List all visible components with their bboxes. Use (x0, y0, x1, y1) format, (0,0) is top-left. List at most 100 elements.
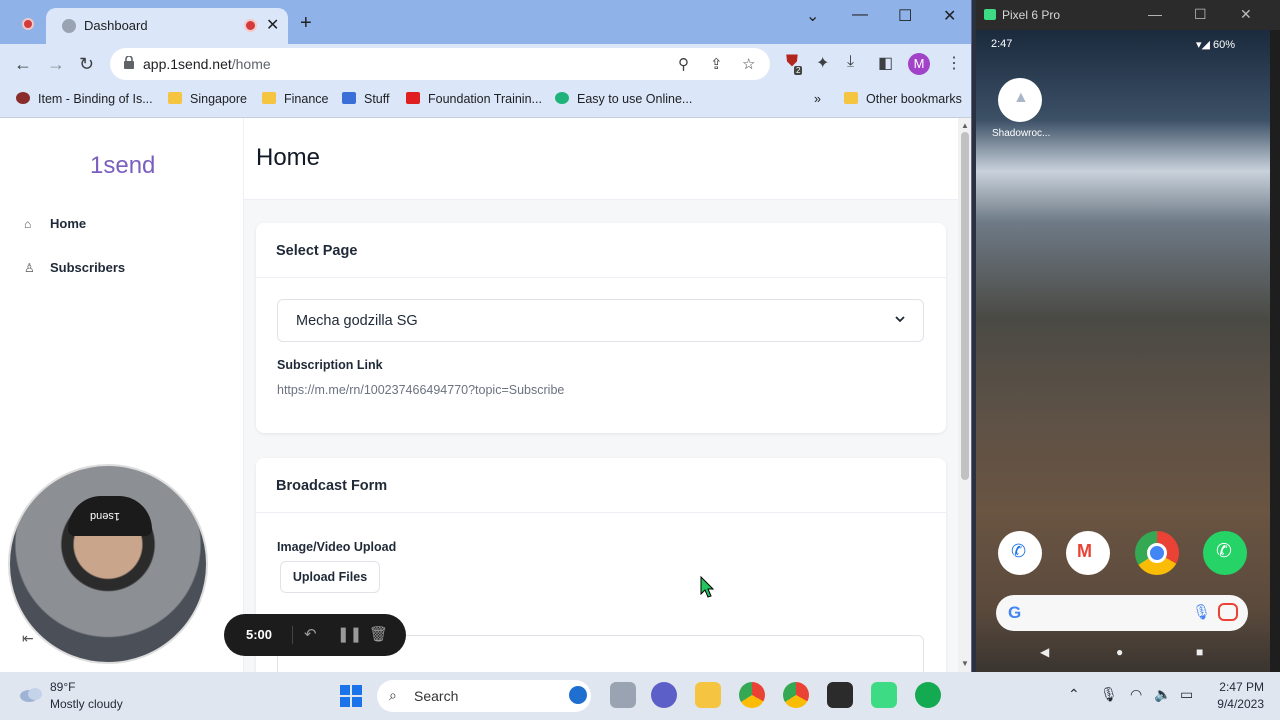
forward-button[interactable]: → (47, 54, 65, 75)
upload-files-button[interactable]: Upload Files (280, 561, 380, 593)
bing-icon (569, 686, 587, 704)
task-view-icon[interactable] (610, 682, 636, 708)
bookmark-item[interactable]: Stuff (342, 92, 389, 106)
windows-start-icon[interactable] (340, 685, 362, 707)
whatsapp-app-icon[interactable]: ✆ (1203, 531, 1247, 575)
taskbar: 89°F Mostly cloudy ⌕ Search ⌃ 🎙 ◠ 🔈 ▭ 2:… (0, 672, 1280, 720)
clock-date[interactable]: 9/4/2023 (1200, 697, 1264, 711)
maximize-button[interactable]: ☐ (898, 6, 912, 26)
shadowrocket-app-icon[interactable]: ▲ (998, 78, 1042, 122)
bookmark-folder[interactable]: Finance (262, 92, 328, 106)
sidebar-item-subscribers[interactable]: ♙ Subscribers (24, 260, 125, 275)
status-time: 2:47 (991, 38, 1013, 50)
share-icon[interactable]: ⇪ (710, 55, 723, 73)
tab-dashboard[interactable]: Dashboard ✕ (46, 8, 288, 44)
file-explorer-icon[interactable] (695, 682, 721, 708)
recents-nav-icon[interactable]: ■ (1196, 645, 1203, 659)
terminal-icon[interactable] (827, 682, 853, 708)
close-window-button[interactable]: ✕ (1240, 6, 1252, 23)
new-tab-button[interactable]: + (300, 12, 312, 35)
chrome-taskbar-icon[interactable] (739, 682, 765, 708)
chrome-profile-taskbar-icon[interactable] (783, 682, 809, 708)
search-icon: ⌕ (389, 687, 397, 703)
back-button[interactable]: ← (14, 54, 32, 75)
select-page-card: Select Page Mecha godzilla SG Subscripti… (256, 223, 946, 433)
profile-avatar[interactable]: M (908, 53, 930, 75)
gmail-app-icon[interactable]: M (1066, 531, 1110, 575)
zoom-icon[interactable]: ⚲ (678, 55, 689, 73)
minimize-button[interactable]: — (1148, 6, 1162, 22)
page-scrollbar[interactable]: ▲ ▼ (958, 118, 971, 672)
page-header: Home (244, 118, 958, 200)
bookmark-label: Easy to use Online... (577, 92, 693, 106)
bookmark-label: Stuff (364, 92, 390, 106)
close-tab-icon[interactable]: ✕ (266, 15, 279, 35)
url-host: app.1send.net (143, 56, 232, 72)
status-battery: ▾◢ 60% (1196, 39, 1236, 51)
teams-icon[interactable] (651, 682, 677, 708)
clock-time[interactable]: 2:47 PM (1210, 680, 1264, 694)
subscription-link-label: Subscription Link (277, 358, 383, 372)
page-select[interactable]: Mecha godzilla SG (277, 299, 924, 342)
scroll-thumb[interactable] (961, 132, 969, 480)
bookmarks-overflow-button[interactable]: » (814, 92, 821, 106)
lens-icon[interactable] (1218, 603, 1238, 621)
pause-icon[interactable]: ❚❚ (337, 625, 362, 643)
extension-badge: 2 (794, 66, 803, 75)
wifi-icon[interactable]: ◠ (1130, 686, 1142, 703)
side-panel-icon[interactable]: ◧ (878, 53, 893, 73)
bookmark-item[interactable]: Easy to use Online... (555, 92, 692, 106)
chrome-app-icon[interactable] (1135, 531, 1179, 575)
phone-screen[interactable]: 2:47 ▾◢ 60% ▲ Shadowroc... ✆ M ✆ G 🎙 ◀ ●… (976, 30, 1270, 672)
google-search-bar[interactable]: G 🎙 (996, 595, 1248, 631)
microphone-icon[interactable]: 🎙 (1192, 603, 1211, 621)
scroll-up-icon[interactable]: ▲ (961, 121, 969, 130)
trash-icon[interactable]: 🗑 (369, 625, 388, 643)
bookmark-star-icon[interactable]: ☆ (742, 55, 755, 73)
bookmark-item[interactable]: Item - Binding of Is... (16, 92, 153, 106)
minimize-button[interactable]: — (852, 6, 868, 24)
emulator-title: Pixel 6 Pro (1002, 8, 1061, 22)
tab-search-icon[interactable]: ⌄ (806, 6, 819, 26)
lock-icon (124, 56, 134, 69)
bookmark-label: Singapore (190, 92, 247, 106)
globe-icon (62, 19, 76, 33)
undo-icon[interactable]: ↶ (304, 625, 317, 643)
volume-icon[interactable]: 🔈 (1154, 686, 1171, 703)
tray-chevron-icon[interactable]: ⌃ (1068, 686, 1080, 703)
reload-button[interactable]: ↻ (79, 54, 94, 75)
rocket-icon: ▲ (1013, 89, 1029, 106)
google-logo-icon: G (1008, 603, 1022, 622)
scroll-down-icon[interactable]: ▼ (961, 659, 969, 668)
battery-icon[interactable]: ▭ (1180, 686, 1193, 703)
mongodb-icon[interactable] (915, 682, 941, 708)
maximize-button[interactable]: ☐ (1194, 6, 1207, 23)
weather-temperature[interactable]: 89°F (50, 680, 75, 694)
back-nav-icon[interactable]: ◀ (1040, 645, 1049, 659)
menu-icon[interactable]: ⋮ (946, 53, 962, 73)
bookmark-folder[interactable]: Singapore (168, 92, 247, 106)
close-window-button[interactable]: ✕ (943, 6, 956, 26)
divider (292, 626, 293, 644)
logout-icon[interactable]: ⇤ (22, 630, 34, 647)
bookmark-label: Finance (284, 92, 329, 106)
other-bookmarks-folder[interactable]: Other bookmarks (844, 92, 962, 106)
android-icon (984, 9, 996, 20)
url-text: app.1send.net/home (143, 56, 271, 72)
download-icon[interactable]: ⤓ (847, 53, 854, 71)
weather-description[interactable]: Mostly cloudy (50, 697, 123, 711)
home-nav-icon[interactable]: ● (1116, 645, 1123, 659)
brand-logo[interactable]: 1send (90, 152, 155, 180)
extensions-icon[interactable]: ✦ (816, 53, 829, 73)
emulator-window: Pixel 6 Pro — ☐ ✕ 2:47 ▾◢ 60% ▲ Shadowro… (976, 0, 1280, 672)
bookmark-item[interactable]: Foundation Trainin... (406, 92, 542, 106)
page-select-value: Mecha godzilla SG (296, 313, 418, 329)
microphone-tray-icon[interactable]: 🎙 (1100, 686, 1118, 703)
address-bar[interactable]: app.1send.net/home ⚲ ⇪ ☆ (110, 48, 770, 80)
taskbar-search[interactable]: ⌕ Search (377, 680, 591, 712)
phone-app-icon[interactable]: ✆ (998, 531, 1042, 575)
whatsapp-glyph-icon: ✆ (1216, 541, 1232, 562)
sidebar-item-home[interactable]: ⌂ Home (24, 216, 86, 231)
android-studio-icon[interactable] (871, 682, 897, 708)
skull-icon (16, 92, 30, 104)
